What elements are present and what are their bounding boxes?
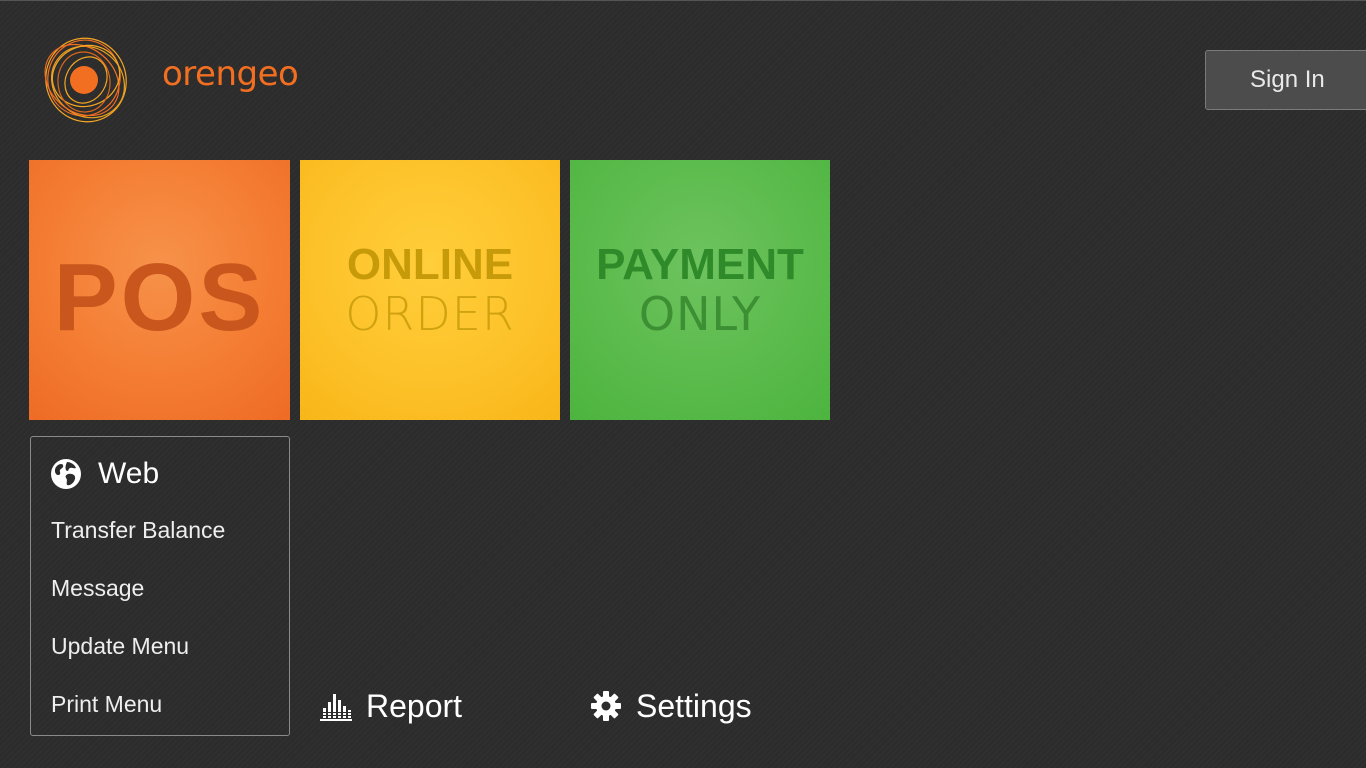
- payment-only-line2: ONLY: [638, 287, 762, 341]
- menu-item-print-menu[interactable]: Print Menu: [51, 691, 162, 718]
- bar-chart-icon: [320, 694, 352, 721]
- gear-icon: [591, 691, 621, 721]
- brand-trademark: ™: [290, 70, 298, 79]
- report-label: Report: [366, 687, 463, 724]
- settings-label: Settings: [636, 687, 752, 724]
- web-menu-panel: Web Transfer Balance Message Update Menu…: [30, 436, 290, 736]
- sign-in-button[interactable]: Sign In: [1205, 50, 1366, 110]
- globe-icon: [51, 459, 81, 489]
- menu-item-update-menu[interactable]: Update Menu: [51, 633, 189, 660]
- online-order-line2: ORDER: [345, 287, 515, 341]
- payment-only-tile[interactable]: PAYMENT ONLY: [570, 160, 830, 420]
- web-menu-header[interactable]: Web: [50, 457, 159, 491]
- orengeo-logo: orengeo ™: [40, 32, 299, 128]
- logo-mark-icon: [44, 37, 127, 123]
- sign-in-label: Sign In: [1250, 66, 1325, 93]
- pos-tile[interactable]: POS: [29, 160, 290, 420]
- menu-item-transfer-balance[interactable]: Transfer Balance: [51, 517, 225, 544]
- top-border: [0, 0, 1366, 1]
- pos-tile-label: POS: [53, 244, 266, 351]
- web-menu-title: Web: [98, 457, 160, 490]
- report-button[interactable]: Report: [320, 684, 462, 728]
- brand-name: orengeo: [162, 54, 299, 94]
- settings-button[interactable]: Settings: [590, 684, 752, 728]
- payment-only-line1: PAYMENT: [596, 240, 804, 289]
- online-order-line1: ONLINE: [346, 240, 514, 289]
- menu-item-message[interactable]: Message: [51, 575, 144, 602]
- online-order-tile[interactable]: ONLINE ORDER: [300, 160, 560, 420]
